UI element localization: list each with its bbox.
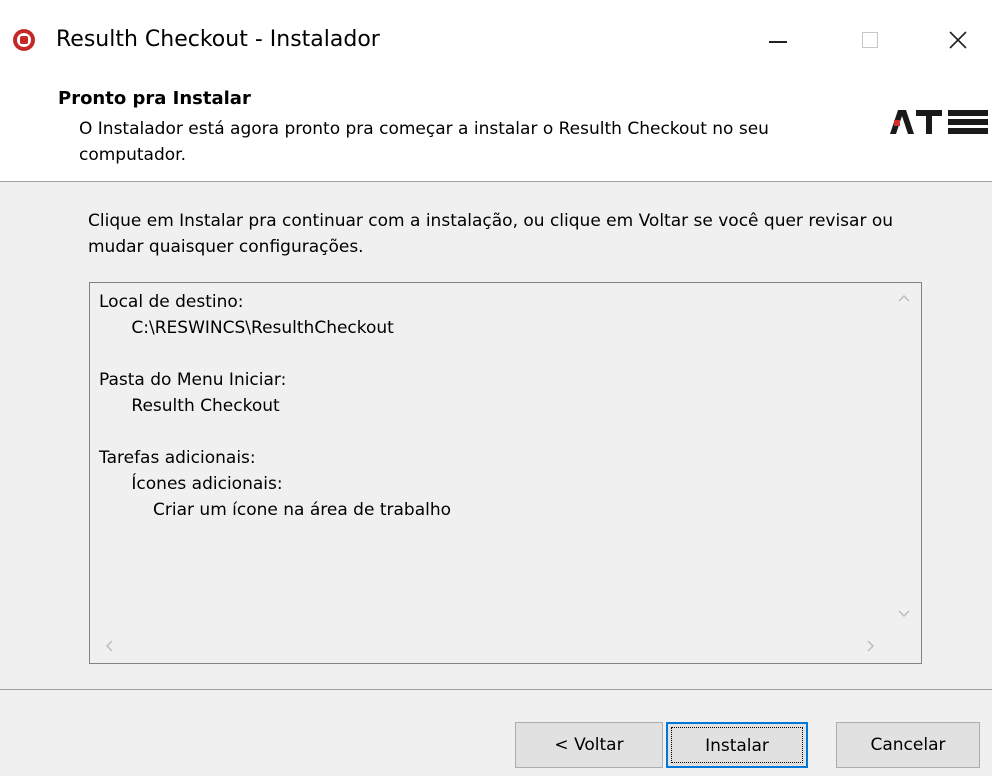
wizard-header: Pronto pra Instalar O Instalador está ag… bbox=[0, 80, 992, 182]
page-title: Pronto pra Instalar bbox=[58, 88, 251, 109]
scroll-up-icon[interactable] bbox=[896, 291, 912, 307]
ats-logo bbox=[890, 110, 988, 134]
title-bar[interactable]: Resulth Checkout - Instalador bbox=[0, 0, 992, 80]
scrollbar-corner bbox=[887, 629, 921, 663]
cancel-button[interactable]: Cancelar bbox=[836, 722, 980, 768]
button-area-divider bbox=[0, 689, 992, 690]
window-title: Resulth Checkout - Instalador bbox=[56, 27, 380, 52]
minimize-button[interactable] bbox=[746, 14, 810, 66]
horizontal-scrollbar[interactable] bbox=[90, 629, 888, 663]
install-button[interactable]: Instalar bbox=[666, 722, 808, 768]
install-summary-text: Local de destino: C:\RESWINCS\ResulthChe… bbox=[99, 292, 452, 520]
back-button-label: < Voltar bbox=[554, 735, 624, 755]
scroll-right-icon[interactable] bbox=[862, 638, 878, 654]
close-button[interactable] bbox=[926, 14, 990, 66]
scroll-left-icon[interactable] bbox=[102, 638, 118, 654]
close-icon bbox=[949, 31, 967, 49]
vertical-scrollbar[interactable] bbox=[887, 283, 921, 629]
maximize-button[interactable] bbox=[838, 14, 902, 66]
minimize-icon bbox=[769, 41, 787, 43]
installer-window: Resulth Checkout - Instalador Pronto pra… bbox=[0, 0, 992, 776]
page-description: O Instalador está agora pronto pra começ… bbox=[79, 119, 769, 165]
cancel-button-label: Cancelar bbox=[870, 735, 946, 755]
maximize-icon bbox=[862, 32, 878, 48]
app-icon bbox=[13, 29, 35, 51]
install-summary-memo[interactable]: Local de destino: C:\RESWINCS\ResulthChe… bbox=[89, 282, 922, 664]
back-button[interactable]: < Voltar bbox=[515, 722, 663, 768]
install-button-label: Instalar bbox=[705, 736, 769, 756]
instructions-text: Clique em Instalar pra continuar com a i… bbox=[88, 211, 894, 257]
scroll-down-icon[interactable] bbox=[896, 605, 912, 621]
